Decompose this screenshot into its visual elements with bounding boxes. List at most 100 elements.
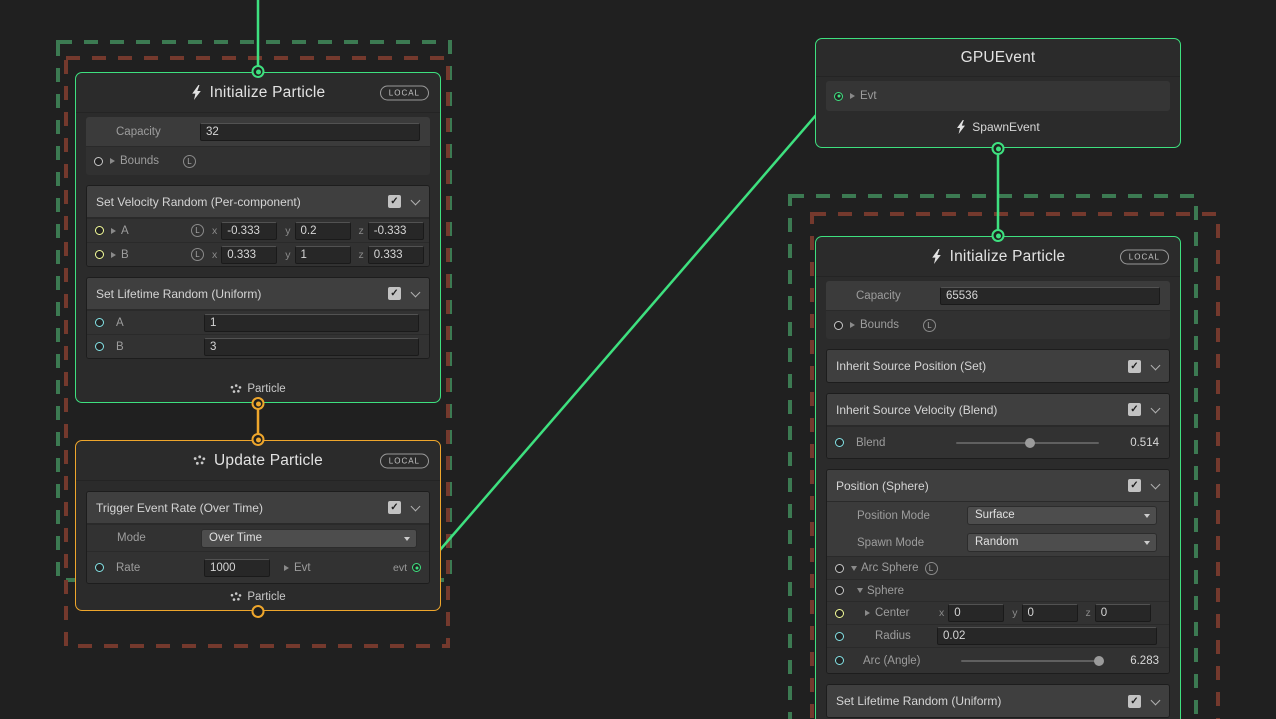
b-port[interactable] [95, 342, 104, 351]
flow-input-port[interactable] [252, 433, 265, 446]
l-badge: L [183, 155, 196, 168]
block-enabled-checkbox[interactable] [1128, 695, 1141, 708]
b-y-field[interactable]: 1 [295, 246, 351, 264]
blend-slider[interactable] [956, 442, 1099, 444]
flow-input-port[interactable] [992, 229, 1005, 242]
flow-input-port[interactable] [252, 65, 265, 78]
b-x-field[interactable]: 0.333 [221, 246, 277, 264]
set-velocity-random-block[interactable]: Set Velocity Random (Per-component) A L … [86, 185, 430, 267]
expanded-arrow-icon[interactable] [857, 588, 863, 593]
collapsed-arrow-icon[interactable] [111, 252, 116, 258]
center-x-field[interactable]: 0 [948, 604, 1004, 622]
chevron-down-icon[interactable] [1151, 481, 1160, 490]
capacity-label: Capacity [116, 126, 200, 138]
node-title: Initialize Particle [210, 84, 326, 102]
block-enabled-checkbox[interactable] [388, 195, 401, 208]
set-lifetime-random-block[interactable]: Set Lifetime Random (Uniform) A 1 B 3 [86, 277, 430, 359]
gpu-event-context[interactable]: GPUEvent Evt SpawnEvent [815, 38, 1181, 148]
block-enabled-checkbox[interactable] [1128, 479, 1141, 492]
arc-slider[interactable] [961, 660, 1099, 662]
center-z-field[interactable]: 0 [1095, 604, 1151, 622]
slider-knob[interactable] [1094, 656, 1104, 666]
a-port[interactable] [95, 226, 104, 235]
rate-field[interactable]: 1000 [204, 559, 270, 577]
initialize-particle-context-left[interactable]: Initialize Particle LOCAL Capacity 32 Bo… [75, 72, 441, 403]
collapsed-arrow-icon[interactable] [111, 228, 116, 234]
arc-port[interactable] [835, 656, 844, 665]
capacity-field[interactable]: 65536 [940, 287, 1160, 305]
position-mode-dropdown[interactable]: Surface [967, 506, 1157, 525]
chevron-down-icon[interactable] [411, 197, 420, 206]
particle-icon [193, 455, 206, 466]
chevron-down-icon[interactable] [1151, 362, 1160, 371]
chevron-down-icon[interactable] [1151, 697, 1160, 706]
block-enabled-checkbox[interactable] [1128, 403, 1141, 416]
center-y-field[interactable]: 0 [1022, 604, 1078, 622]
chevron-down-icon[interactable] [1151, 405, 1160, 414]
a-x-field[interactable]: -0.333 [221, 222, 277, 240]
sphere-port[interactable] [835, 586, 844, 595]
sphere-label: Sphere [867, 585, 904, 597]
collapsed-arrow-icon[interactable] [865, 610, 870, 616]
initialize-particle-context-right[interactable]: Initialize Particle LOCAL Capacity 65536… [815, 236, 1181, 719]
trigger-event-rate-block[interactable]: Trigger Event Rate (Over Time) Mode Over… [86, 491, 430, 584]
edge-evt-to-gpuevent[interactable] [427, 92, 836, 565]
block-enabled-checkbox[interactable] [1128, 360, 1141, 373]
a-field[interactable]: 1 [204, 314, 419, 332]
bounds-label: Bounds [860, 319, 899, 331]
b-field[interactable]: 3 [204, 338, 419, 356]
node-title-bar: Update Particle LOCAL [76, 441, 440, 481]
spawn-mode-dropdown[interactable]: Random [967, 533, 1157, 552]
a-z-field[interactable]: -0.333 [368, 222, 424, 240]
block-header: Inherit Source Position (Set) [827, 350, 1169, 382]
mode-dropdown[interactable]: Over Time [201, 529, 417, 548]
update-particle-context[interactable]: Update Particle LOCAL Trigger Event Rate… [75, 440, 441, 611]
flow-output-port[interactable] [252, 397, 265, 410]
block-enabled-checkbox[interactable] [388, 501, 401, 514]
local-badge: LOCAL [380, 453, 429, 468]
rate-port[interactable] [95, 563, 104, 572]
node-settings: Capacity 65536 Bounds L [826, 281, 1170, 339]
bounds-row: Bounds L [826, 310, 1170, 339]
bounds-port[interactable] [834, 321, 843, 330]
position-sphere-block[interactable]: Position (Sphere) Position Mode Surface … [826, 469, 1170, 674]
z-axis-label: z [359, 225, 364, 237]
arc-sphere-port[interactable] [835, 564, 844, 573]
evt-output-port[interactable] [412, 563, 421, 572]
block-header: Set Lifetime Random (Uniform) [827, 685, 1169, 717]
node-title-bar: GPUEvent [816, 39, 1180, 77]
center-port[interactable] [835, 609, 844, 618]
radius-port[interactable] [835, 632, 844, 641]
y-axis-label: y [285, 249, 290, 261]
collapsed-arrow-icon[interactable] [110, 158, 115, 164]
block-enabled-checkbox[interactable] [388, 287, 401, 300]
local-badge: LOCAL [380, 85, 429, 100]
collapsed-arrow-icon[interactable] [284, 565, 289, 571]
b-port[interactable] [95, 250, 104, 259]
block-title: Set Lifetime Random (Uniform) [96, 287, 388, 301]
flow-output-port[interactable] [992, 142, 1005, 155]
b-z-field[interactable]: 0.333 [368, 246, 424, 264]
bounds-port[interactable] [94, 157, 103, 166]
inherit-source-position-block[interactable]: Inherit Source Position (Set) [826, 349, 1170, 383]
capacity-field[interactable]: 32 [200, 123, 420, 141]
collapsed-arrow-icon[interactable] [850, 322, 855, 328]
y-axis-label: y [1012, 607, 1017, 619]
chevron-down-icon[interactable] [411, 503, 420, 512]
inherit-source-velocity-block[interactable]: Inherit Source Velocity (Blend) Blend 0.… [826, 393, 1170, 459]
chevron-down-icon[interactable] [411, 289, 420, 298]
evt-input-port[interactable] [834, 92, 843, 101]
slider-knob[interactable] [1025, 438, 1035, 448]
a-port[interactable] [95, 318, 104, 327]
set-lifetime-random-block[interactable]: Set Lifetime Random (Uniform) [826, 684, 1170, 718]
radius-field[interactable]: 0.02 [937, 627, 1157, 645]
blend-value[interactable]: 0.514 [1111, 437, 1159, 449]
lifetime-b-row: B 3 [87, 334, 429, 358]
blend-port[interactable] [835, 438, 844, 447]
flow-output-port[interactable] [252, 605, 265, 618]
velocity-b-row: B L x 0.333 y 1 z 0.333 [87, 242, 429, 266]
collapsed-arrow-icon[interactable] [850, 93, 855, 99]
arc-value[interactable]: 6.283 [1111, 655, 1159, 667]
a-y-field[interactable]: 0.2 [295, 222, 351, 240]
expanded-arrow-icon[interactable] [851, 566, 857, 571]
